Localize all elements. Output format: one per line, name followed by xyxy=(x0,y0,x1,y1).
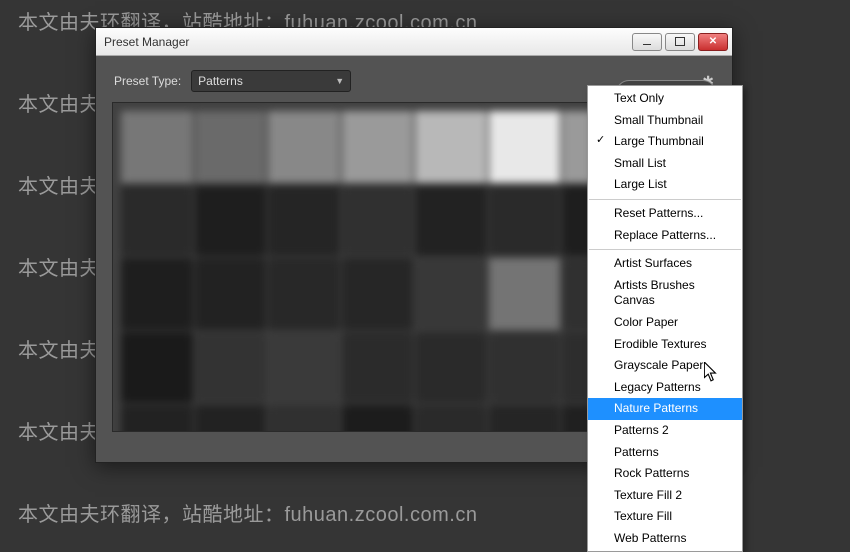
menu-item-label: Small Thumbnail xyxy=(614,113,703,127)
pattern-thumbnail[interactable] xyxy=(489,111,561,183)
pattern-thumbnail[interactable] xyxy=(268,332,340,404)
menu-item-label: Reset Patterns... xyxy=(614,206,703,220)
pattern-thumbnail[interactable] xyxy=(342,332,414,404)
menu-item-label: Small List xyxy=(614,156,666,170)
pattern-thumbnail[interactable] xyxy=(268,405,340,432)
pattern-thumbnail[interactable] xyxy=(489,258,561,330)
menu-item-label: Rock Patterns xyxy=(614,466,689,480)
menu-item-label: Web Patterns xyxy=(614,531,686,545)
pattern-thumbnail[interactable] xyxy=(415,185,487,257)
menu-item[interactable]: Patterns xyxy=(588,442,742,464)
watermark-text: 本文由夫环翻译，站酷地址：fuhuan.zcool.com.cn xyxy=(18,498,477,527)
menu-item-label: Erodible Textures xyxy=(614,337,707,351)
menu-item[interactable]: ✓ Large Thumbnail xyxy=(588,131,742,153)
menu-item-label: Texture Fill 2 xyxy=(614,488,682,502)
pattern-thumbnail[interactable] xyxy=(268,185,340,257)
preset-type-value: Patterns xyxy=(198,74,243,88)
pattern-thumbnail[interactable] xyxy=(342,185,414,257)
menu-item[interactable]: Rock Patterns xyxy=(588,463,742,485)
pattern-thumbnail[interactable] xyxy=(415,111,487,183)
window-title: Preset Manager xyxy=(104,35,189,49)
pattern-thumbnail[interactable] xyxy=(342,111,414,183)
menu-item[interactable]: Texture Fill 2 xyxy=(588,485,742,507)
pattern-thumbnail[interactable] xyxy=(342,258,414,330)
menu-item-label: Patterns xyxy=(614,445,659,459)
menu-item-label: Color Paper xyxy=(614,315,678,329)
menu-item-label: Texture Fill xyxy=(614,509,672,523)
menu-item[interactable]: Legacy Patterns xyxy=(588,377,742,399)
menu-item-label: Grayscale Paper xyxy=(614,358,703,372)
preset-type-select[interactable]: Patterns ▼ xyxy=(191,70,351,92)
pattern-thumbnail[interactable] xyxy=(342,405,414,432)
pattern-thumbnail[interactable] xyxy=(489,332,561,404)
menu-item[interactable]: Nature Patterns xyxy=(588,398,742,420)
menu-item-label: Artists Brushes Canvas xyxy=(614,278,695,308)
menu-item-label: Text Only xyxy=(614,91,664,105)
menu-separator xyxy=(589,199,741,200)
menu-item[interactable]: Small Thumbnail xyxy=(588,110,742,132)
pattern-thumbnail[interactable] xyxy=(489,185,561,257)
menu-item[interactable]: Grayscale Paper xyxy=(588,355,742,377)
pattern-thumbnail[interactable] xyxy=(121,405,193,432)
menu-item-label: Large Thumbnail xyxy=(614,134,704,148)
pattern-thumbnail[interactable] xyxy=(415,258,487,330)
pattern-thumbnail[interactable] xyxy=(121,111,193,183)
pattern-thumbnail[interactable] xyxy=(195,185,267,257)
menu-item[interactable]: Color Paper xyxy=(588,312,742,334)
menu-item[interactable]: Text Only xyxy=(588,88,742,110)
menu-item-label: Large List xyxy=(614,177,667,191)
pattern-thumbnail[interactable] xyxy=(121,258,193,330)
menu-item[interactable]: Replace Patterns... xyxy=(588,225,742,247)
pattern-thumbnail[interactable] xyxy=(195,258,267,330)
menu-item[interactable]: Small List xyxy=(588,153,742,175)
menu-item-label: Replace Patterns... xyxy=(614,228,716,242)
check-icon: ✓ xyxy=(596,133,605,147)
pattern-thumbnail[interactable] xyxy=(268,111,340,183)
pattern-thumbnail[interactable] xyxy=(489,405,561,432)
minimize-button[interactable] xyxy=(632,33,662,51)
menu-item[interactable]: Artists Brushes Canvas xyxy=(588,275,742,312)
flyout-menu: Text Only Small Thumbnail ✓ Large Thumbnail… xyxy=(587,85,743,552)
menu-item[interactable]: Web Patterns xyxy=(588,528,742,550)
pattern-thumbnail[interactable] xyxy=(195,405,267,432)
preset-type-label: Preset Type: xyxy=(114,74,181,88)
menu-item-label: Patterns 2 xyxy=(614,423,669,437)
titlebar-buttons: ✕ xyxy=(632,33,732,51)
close-button[interactable]: ✕ xyxy=(698,33,728,51)
pattern-thumbnail[interactable] xyxy=(415,332,487,404)
maximize-button[interactable] xyxy=(665,33,695,51)
menu-item[interactable]: Artist Surfaces xyxy=(588,253,742,275)
pattern-thumbnail[interactable] xyxy=(195,332,267,404)
menu-item[interactable]: Patterns 2 xyxy=(588,420,742,442)
titlebar: Preset Manager ✕ xyxy=(96,28,732,56)
menu-item[interactable]: Reset Patterns... xyxy=(588,203,742,225)
menu-item-label: Legacy Patterns xyxy=(614,380,701,394)
menu-separator xyxy=(589,249,741,250)
menu-item-label: Nature Patterns xyxy=(614,401,698,415)
pattern-thumbnail[interactable] xyxy=(268,258,340,330)
pattern-thumbnail[interactable] xyxy=(121,185,193,257)
pattern-thumbnail[interactable] xyxy=(195,111,267,183)
menu-item[interactable]: Large List xyxy=(588,174,742,196)
pattern-thumbnail[interactable] xyxy=(121,332,193,404)
menu-item[interactable]: Erodible Textures xyxy=(588,334,742,356)
pattern-thumbnail[interactable] xyxy=(415,405,487,432)
menu-item-label: Artist Surfaces xyxy=(614,256,692,270)
chevron-down-icon: ▼ xyxy=(335,76,344,86)
